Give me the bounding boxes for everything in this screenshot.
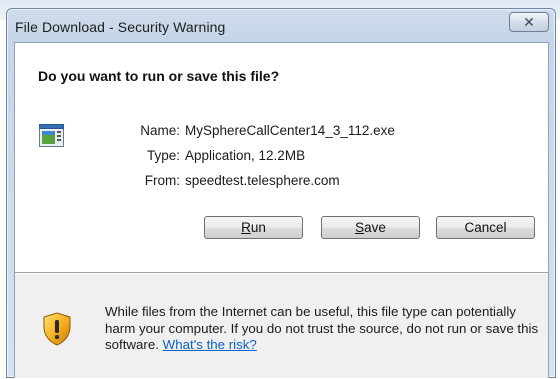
save-button[interactable]: Save [321, 216, 420, 239]
executable-file-icon [39, 124, 64, 147]
file-name-label: Name: [140, 123, 180, 138]
file-source-row: From: speedtest.telesphere.com [95, 173, 515, 191]
run-label: un [250, 220, 266, 235]
close-button[interactable]: ✕ [509, 12, 549, 32]
cancel-button[interactable]: Cancel [436, 216, 535, 239]
file-type-value: Application, 12.2MB [185, 148, 306, 163]
file-name-row: Name: MySphereCallCenter14_3_112.exe [95, 123, 515, 141]
whats-the-risk-link[interactable]: What's the risk? [163, 337, 257, 352]
screen: File Download - Security Warning ✕ Do yo… [0, 0, 560, 379]
close-icon: ✕ [523, 13, 535, 30]
security-warning-dialog: File Download - Security Warning ✕ Do yo… [6, 8, 556, 378]
file-type-row: Type: Application, 12.2MB [95, 148, 515, 166]
title-bar[interactable]: File Download - Security Warning ✕ [7, 9, 555, 41]
window-title: File Download - Security Warning [15, 19, 226, 35]
file-type-label: Type: [146, 148, 180, 163]
warning-panel: While files from the Internet can be use… [15, 274, 548, 378]
run-mnemonic: R [241, 220, 251, 235]
file-source-label: From: [144, 173, 180, 188]
dialog-question: Do you want to run or save this file? [38, 68, 280, 84]
shield-warning-icon [43, 312, 71, 346]
save-mnemonic: S [355, 220, 365, 235]
save-label: ave [364, 220, 386, 235]
dialog-body: Do you want to run or save this file? Na… [14, 42, 549, 378]
file-source-value: speedtest.telesphere.com [185, 173, 340, 188]
run-button[interactable]: Run [204, 216, 303, 239]
file-name-value: MySphereCallCenter14_3_112.exe [185, 123, 395, 138]
warning-message: While files from the Internet can be use… [105, 304, 545, 354]
